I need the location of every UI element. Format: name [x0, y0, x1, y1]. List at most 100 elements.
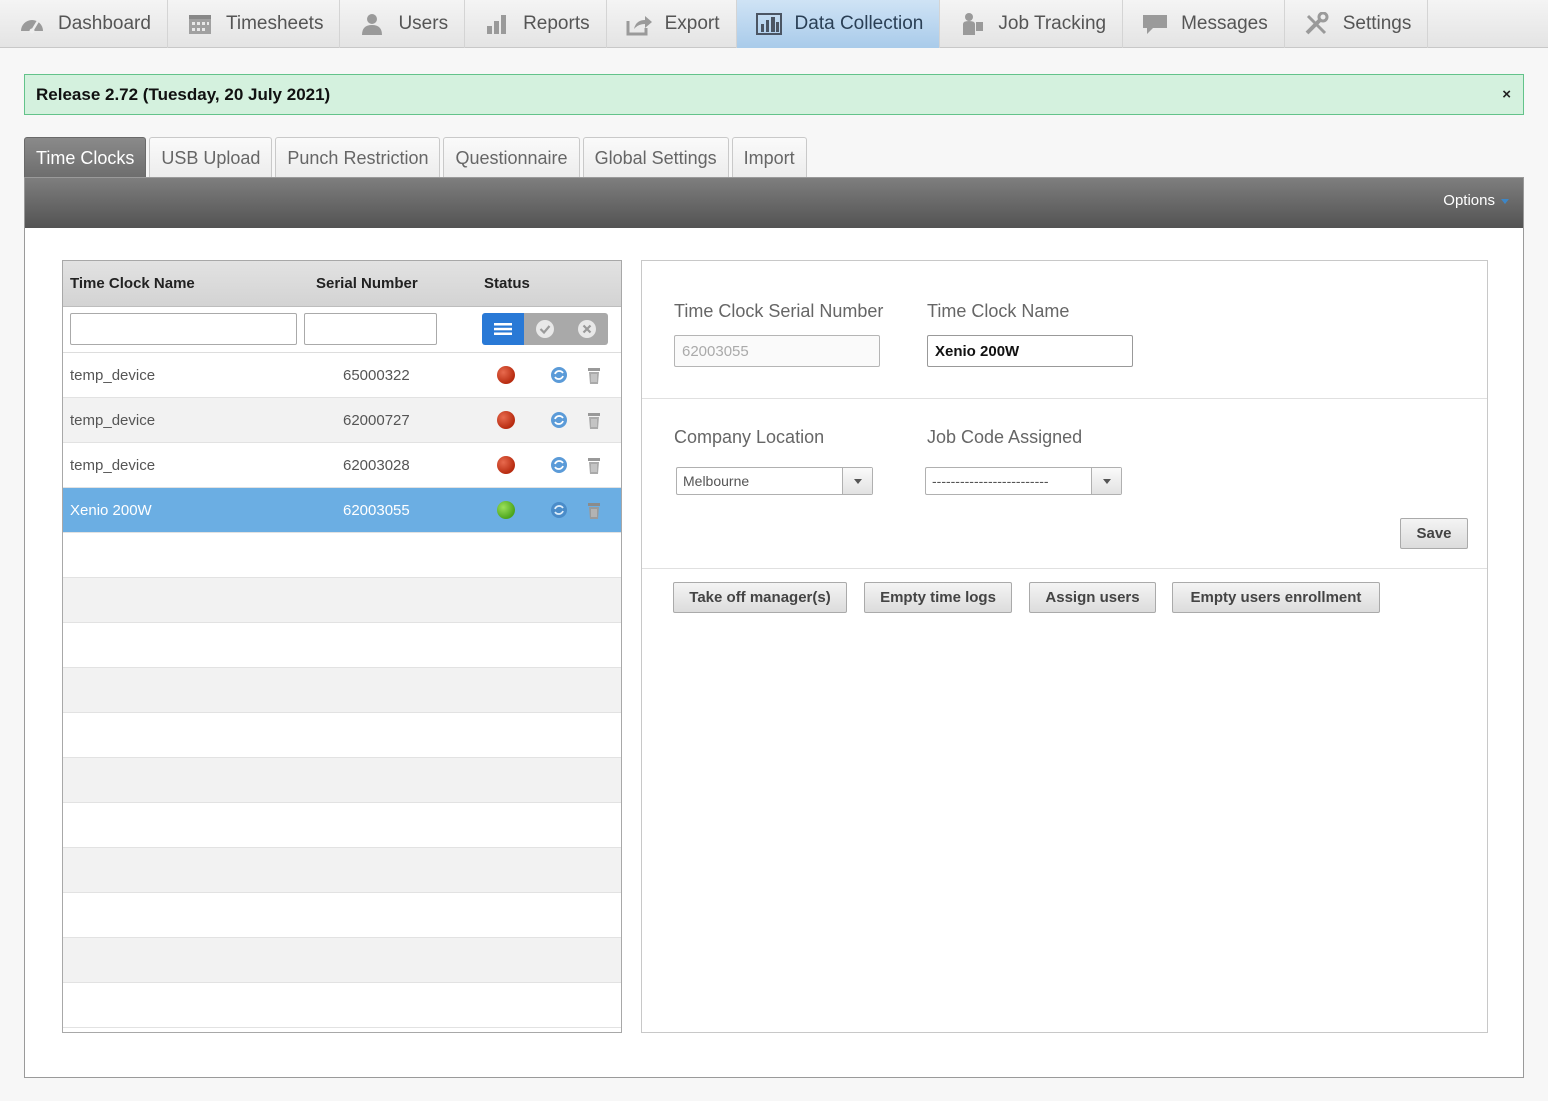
nav-job-tracking[interactable]: Job Tracking: [940, 0, 1124, 48]
release-text: Release 2.72 (Tuesday, 20 July 2021): [36, 84, 331, 104]
divider: [642, 568, 1487, 569]
trash-icon[interactable]: [584, 365, 604, 385]
tab-import[interactable]: Import: [731, 137, 807, 178]
empty-row: [63, 623, 621, 668]
table-row[interactable]: temp_device 65000322: [63, 353, 621, 398]
trash-icon[interactable]: [584, 410, 604, 430]
nav-settings[interactable]: Settings: [1285, 0, 1429, 48]
status-offline-icon: [497, 366, 515, 384]
serial-filter-input[interactable]: [304, 313, 437, 345]
status-filter-offline[interactable]: [566, 313, 608, 345]
chevron-down-icon: [842, 468, 872, 494]
table-row[interactable]: temp_device 62003028: [63, 443, 621, 488]
empty-time-logs-button[interactable]: Empty time logs: [864, 582, 1012, 613]
nav-messages[interactable]: Messages: [1123, 0, 1285, 48]
nav-timesheets[interactable]: Timesheets: [168, 0, 341, 48]
tab-global-settings[interactable]: Global Settings: [582, 137, 729, 178]
column-header-name[interactable]: Time Clock Name: [70, 275, 195, 292]
empty-row: [63, 713, 621, 758]
nav-label: Export: [664, 13, 720, 34]
export-icon: [625, 12, 653, 36]
company-location-select[interactable]: Melbourne: [676, 467, 873, 495]
chevron-down-icon: [1501, 198, 1509, 204]
job-code-select[interactable]: -------------------------: [925, 467, 1122, 495]
nav-export[interactable]: Export: [607, 0, 737, 48]
list-header: Time Clock Name Serial Number Status: [63, 261, 621, 307]
x-circle-icon: [578, 320, 596, 338]
serial-number: 65000322: [343, 367, 410, 384]
empty-row: [63, 758, 621, 803]
column-header-status[interactable]: Status: [484, 275, 530, 292]
empty-row: [63, 938, 621, 983]
panel-toolbar: Options: [25, 178, 1523, 228]
time-clocks-panel: Options Time Clock Name Serial Number St…: [24, 177, 1524, 1078]
tools-icon: [1303, 11, 1331, 36]
status-filter: [482, 313, 608, 345]
list-icon: [494, 323, 512, 335]
company-location-label: Company Location: [674, 427, 825, 447]
calendar-icon: [186, 12, 214, 36]
tab-usb-upload[interactable]: USB Upload: [149, 137, 273, 178]
empty-row: [63, 533, 621, 578]
serial-number: 62003028: [343, 457, 410, 474]
empty-row: [63, 893, 621, 938]
take-off-managers-button[interactable]: Take off manager(s): [673, 582, 847, 613]
nav-label: Settings: [1342, 13, 1412, 34]
dashboard-gauge-icon: [18, 12, 46, 36]
options-menu-button[interactable]: Options: [1443, 192, 1509, 209]
trash-icon[interactable]: [584, 455, 604, 475]
job-code-label: Job Code Assigned: [927, 427, 1083, 447]
nav-users[interactable]: Users: [340, 0, 466, 48]
bar-chart-icon: [483, 12, 511, 36]
tab-questionnaire[interactable]: Questionnaire: [443, 137, 580, 178]
time-clock-name: temp_device: [70, 367, 156, 384]
tab-bar: Time Clocks USB Upload Punch Restriction…: [24, 137, 810, 178]
check-circle-icon: [536, 320, 554, 338]
save-button[interactable]: Save: [1400, 518, 1468, 549]
empty-row: [63, 578, 621, 623]
empty-users-enrollment-button[interactable]: Empty users enrollment: [1172, 582, 1380, 613]
time-clock-name: temp_device: [70, 412, 156, 429]
nav-dashboard[interactable]: Dashboard: [0, 0, 168, 48]
serial-number-field: 62003055: [674, 335, 880, 367]
refresh-icon[interactable]: [549, 410, 569, 430]
job-tracking-icon: [958, 12, 986, 36]
divider: [642, 398, 1487, 399]
status-filter-all[interactable]: [482, 313, 524, 345]
release-banner: Release 2.72 (Tuesday, 20 July 2021) ×: [24, 74, 1524, 115]
status-offline-icon: [497, 456, 515, 474]
refresh-icon[interactable]: [549, 455, 569, 475]
options-label: Options: [1443, 192, 1495, 209]
time-clock-name-label: Time Clock Name: [927, 301, 1070, 321]
close-icon[interactable]: ×: [1502, 86, 1511, 103]
table-row[interactable]: temp_device 62000727: [63, 398, 621, 443]
column-header-serial[interactable]: Serial Number: [316, 275, 418, 292]
nav-label: Messages: [1181, 13, 1268, 34]
nav-label: Users: [398, 13, 449, 34]
assign-users-button[interactable]: Assign users: [1029, 582, 1156, 613]
refresh-icon[interactable]: [549, 500, 569, 520]
status-filter-online[interactable]: [524, 313, 566, 345]
tab-time-clocks[interactable]: Time Clocks: [24, 137, 147, 178]
nav-reports[interactable]: Reports: [465, 0, 607, 48]
data-collection-icon: [755, 12, 783, 36]
nav-label: Job Tracking: [998, 13, 1107, 34]
time-clock-name: temp_device: [70, 457, 156, 474]
refresh-icon[interactable]: [549, 365, 569, 385]
company-location-value: Melbourne: [683, 473, 750, 489]
nav-label: Dashboard: [58, 13, 151, 34]
nav-data-collection[interactable]: Data Collection: [736, 0, 941, 48]
user-icon: [358, 12, 386, 36]
empty-row: [63, 668, 621, 713]
trash-icon[interactable]: [584, 500, 604, 520]
nav-label: Timesheets: [225, 13, 324, 34]
name-filter-input[interactable]: [70, 313, 297, 345]
table-row-selected[interactable]: Xenio 200W 62003055: [63, 488, 621, 533]
tab-punch-restriction[interactable]: Punch Restriction: [275, 137, 441, 178]
empty-rows: [63, 533, 621, 1028]
status-online-icon: [497, 501, 515, 519]
time-clock-name-field[interactable]: Xenio 200W: [927, 335, 1133, 367]
top-navigation: Dashboard Timesheets Users Reports Expor…: [0, 0, 1548, 48]
serial-number-label: Time Clock Serial Number: [674, 301, 884, 321]
speech-bubble-icon: [1141, 12, 1169, 36]
